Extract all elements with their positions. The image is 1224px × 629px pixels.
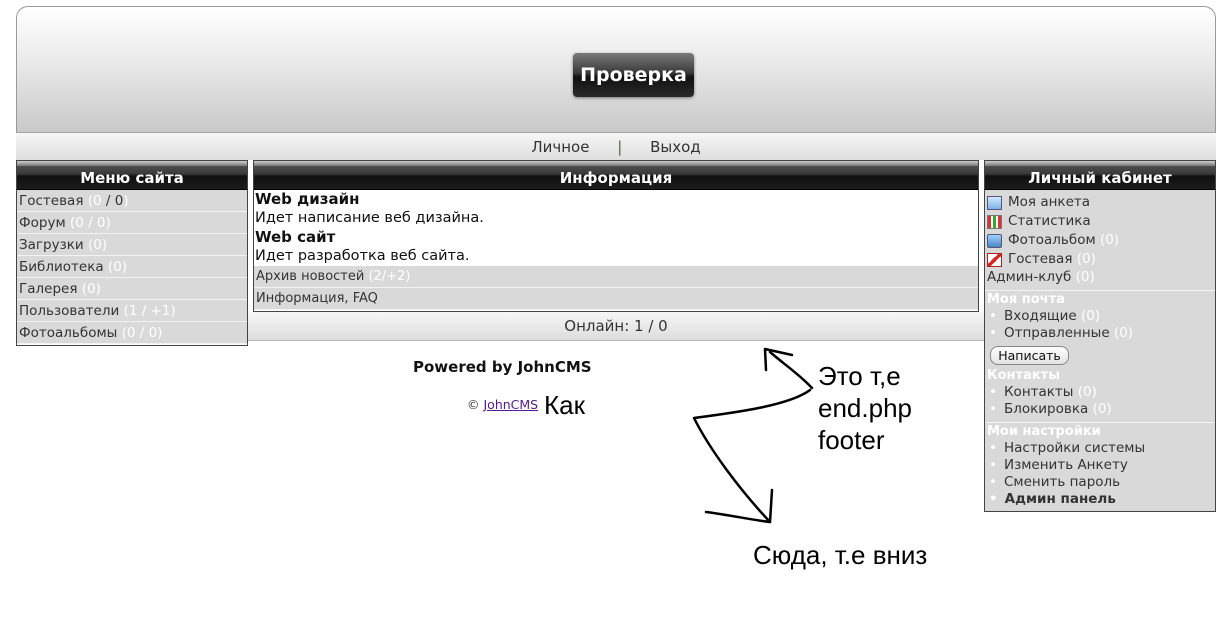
copyright-symbol: © (467, 397, 480, 412)
annotation-kak: Как (544, 390, 585, 420)
news-archive-link[interactable]: Архив новостей (2/+2) (254, 266, 978, 288)
copyright: © JohnCMS (467, 397, 538, 412)
nav-separator: | (617, 138, 623, 156)
nav-personal-link[interactable]: Личное (531, 138, 589, 156)
write-message-button[interactable]: Написать (990, 346, 1069, 365)
cabinet-admin-club-link[interactable]: Админ-клуб (0) (985, 269, 1215, 286)
guestbook-icon (987, 252, 1002, 267)
profile-icon (987, 195, 1002, 210)
online-counter[interactable]: Онлайн: 1 / 0 (248, 312, 984, 341)
settings-heading: Мои настройки (987, 424, 1101, 439)
menu-item-gallery[interactable]: Галерея (0) (17, 278, 247, 300)
blocklist-link[interactable]: Блокировка (0) (985, 401, 1215, 418)
site-menu-panel: Меню сайта Гостевая (0 / 0) Форум (0 / 0… (16, 160, 248, 346)
annotation-move-down: Сюда, т.е вниз (753, 540, 928, 570)
system-settings-link[interactable]: Настройки системы (985, 440, 1215, 457)
contacts-link[interactable]: Контакты (0) (985, 384, 1215, 401)
news-title: Web дизайн (255, 190, 360, 208)
menu-item-users[interactable]: Пользователи (1 / +1) (17, 300, 247, 322)
cabinet-heading: Личный кабинет (985, 161, 1215, 190)
stats-icon (987, 214, 1002, 229)
cabinet-guestbook-link[interactable]: Гостевая (0) (985, 250, 1215, 269)
cabinet-my-profile-link[interactable]: Моя анкета (985, 193, 1215, 212)
johncms-link[interactable]: JohnCMS (483, 397, 538, 412)
arrow-down-stroke (692, 388, 812, 524)
personal-cabinet-panel: Личный кабинет Моя анкета Статистика Фот… (984, 160, 1216, 512)
annotation-footer-note: Это т,е end.php footer (818, 361, 912, 455)
change-password-link[interactable]: Сменить пароль (985, 474, 1215, 491)
info-panel: Информация Web дизайн Идет написание веб… (253, 160, 979, 312)
top-nav: Личное | Выход (16, 132, 1216, 160)
site-menu-heading: Меню сайта (17, 161, 247, 190)
cabinet-statistics-link[interactable]: Статистика (985, 212, 1215, 231)
arrow-down-head (704, 488, 774, 524)
site-header: Проверка (16, 6, 1216, 132)
news-title: Web сайт (255, 228, 336, 246)
menu-item-library[interactable]: Библиотека (0) (17, 256, 247, 278)
arrow-up-head (763, 347, 794, 372)
nav-logout-link[interactable]: Выход (650, 138, 701, 156)
inbox-link[interactable]: Входящие (0) (985, 308, 1215, 325)
admin-panel-link[interactable]: Админ панель (985, 491, 1215, 508)
site-logo[interactable]: Проверка (573, 53, 694, 97)
contacts-heading: Контакты (987, 368, 1060, 383)
news-text: Идет написание веб дизайна. (255, 210, 484, 226)
menu-item-guestbook[interactable]: Гостевая (0 / 0) (17, 190, 247, 212)
photo-icon (987, 233, 1002, 248)
mail-heading: Моя почта (987, 292, 1065, 307)
arrow-up-stroke (768, 350, 814, 390)
news-text: Идет разработка веб сайта. (255, 248, 470, 264)
sent-link[interactable]: Отправленные (0) (985, 325, 1215, 342)
edit-profile-link[interactable]: Изменить Анкету (985, 457, 1215, 474)
powered-by-text: Powered by JohnCMS (413, 358, 592, 376)
menu-item-downloads[interactable]: Загрузки (0) (17, 234, 247, 256)
faq-link[interactable]: Информация, FAQ (254, 288, 978, 310)
info-heading: Информация (254, 161, 978, 190)
menu-item-forum[interactable]: Форум (0 / 0) (17, 212, 247, 234)
cabinet-photoalbum-link[interactable]: Фотоальбом (0) (985, 231, 1215, 250)
menu-item-photoalbums[interactable]: Фотоальбомы (0 / 0) (17, 322, 247, 344)
